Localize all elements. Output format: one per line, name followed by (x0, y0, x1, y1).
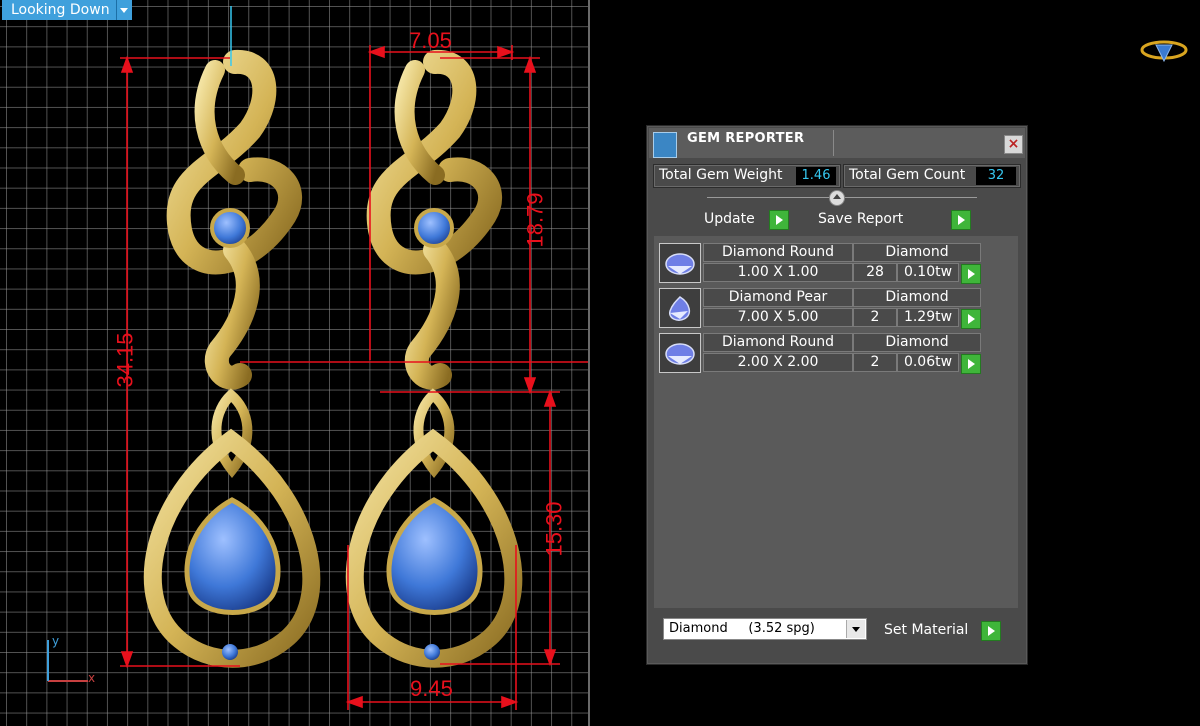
save-report-button[interactable]: Save Report (815, 209, 973, 231)
gem-select-button[interactable] (961, 264, 981, 284)
update-label: Update (704, 211, 755, 227)
play-icon (769, 210, 789, 230)
total-gem-count-value: 32 (976, 167, 1016, 185)
earring-render (47, 6, 588, 710)
total-gem-count: Total Gem Count 32 (843, 164, 1021, 188)
total-gem-weight-label: Total Gem Weight (659, 167, 783, 183)
gem-select-button[interactable] (961, 354, 981, 374)
panel-collapse-button[interactable] (829, 190, 845, 206)
gem-count: 2 (853, 308, 897, 327)
play-icon (951, 210, 971, 230)
dimension-upper-height: 18.79 (522, 192, 548, 248)
dimension-total-height: 34.15 (112, 332, 138, 388)
gem-size: 2.00 X 2.00 (703, 353, 853, 372)
gem-row[interactable]: Diamond Round Diamond 1.00 X 1.00 28 0.1… (659, 243, 981, 284)
gem-weight: 0.10tw (897, 263, 959, 282)
gem-material: Diamond (853, 333, 981, 352)
gem-row[interactable]: Diamond Round Diamond 2.00 X 2.00 2 0.06… (659, 333, 981, 374)
material-select-value: Diamond (3.52 spg) (669, 621, 815, 636)
save-report-label: Save Report (818, 211, 904, 227)
gem-list: Diamond Round Diamond 1.00 X 1.00 28 0.1… (654, 236, 1018, 608)
material-select[interactable]: Diamond (3.52 spg) (663, 618, 867, 640)
gem-reporter-icon (653, 132, 677, 158)
gem-material: Diamond (853, 243, 981, 262)
axis-x-label: x (88, 671, 96, 685)
gem-shape: Diamond Round (703, 243, 853, 262)
axis-y-label: y (52, 634, 60, 648)
gem-size: 7.00 X 5.00 (703, 308, 853, 327)
right-earring (345, 50, 523, 668)
dialog-title: GEM REPORTER (687, 131, 805, 146)
gem-count: 2 (853, 353, 897, 372)
update-button[interactable]: Update (701, 209, 791, 231)
dialog-title-bar[interactable]: GEM REPORTER × (649, 128, 1025, 158)
play-icon (981, 621, 1001, 641)
app-logo-icon (1140, 40, 1188, 63)
chevron-down-icon[interactable] (846, 620, 865, 638)
left-earring (143, 50, 321, 668)
gem-thumbnail-icon (659, 288, 701, 328)
set-material-label: Set Material (884, 622, 969, 638)
gem-material: Diamond (853, 288, 981, 307)
gem-count: 28 (853, 263, 897, 282)
total-gem-weight-value: 1.46 (796, 167, 836, 185)
total-gem-count-label: Total Gem Count (849, 167, 966, 183)
total-gem-weight: Total Gem Weight 1.46 (653, 164, 841, 188)
dimension-bottom-width: 9.45 (410, 676, 453, 701)
dimension-lower-height: 15.30 (541, 501, 567, 557)
gem-shape: Diamond Pear (703, 288, 853, 307)
title-separator (833, 130, 834, 156)
dimension-top-width: 7.05 (409, 28, 452, 53)
gem-shape: Diamond Round (703, 333, 853, 352)
set-material-button[interactable]: Set Material (881, 620, 1001, 642)
gem-thumbnail-icon (659, 333, 701, 373)
gem-size: 1.00 X 1.00 (703, 263, 853, 282)
gem-select-button[interactable] (961, 309, 981, 329)
gem-row[interactable]: Diamond Pear Diamond 7.00 X 5.00 2 1.29t… (659, 288, 981, 329)
gem-reporter-dialog: GEM REPORTER × Total Gem Weight 1.46 Tot… (646, 125, 1028, 665)
gem-thumbnail-icon (659, 243, 701, 283)
close-button[interactable]: × (1004, 135, 1023, 154)
gem-weight: 1.29tw (897, 308, 959, 327)
gem-weight: 0.06tw (897, 353, 959, 372)
